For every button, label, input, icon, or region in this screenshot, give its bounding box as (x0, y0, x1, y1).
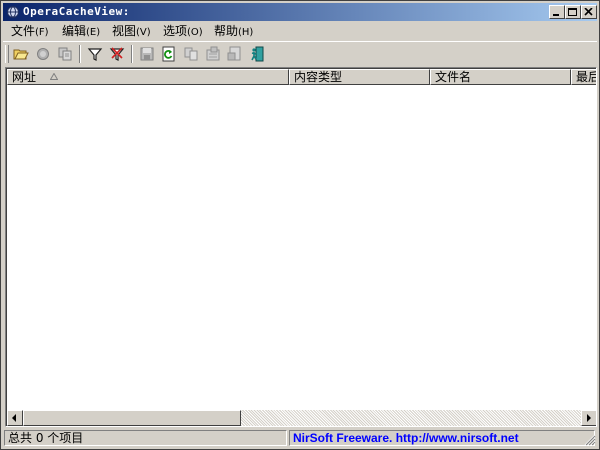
item-count-text: 总共 0 个项目 (8, 431, 84, 445)
copy-button[interactable] (181, 44, 201, 64)
menu-options-accel: (O) (187, 27, 203, 38)
scrollbar-track[interactable] (241, 410, 581, 426)
menu-view-label: 视图 (112, 24, 137, 38)
menu-edit-accel: (E) (86, 27, 101, 38)
menu-help-accel: (H) (238, 27, 254, 38)
column-header-url[interactable]: 网址 (7, 69, 289, 85)
column-header-filename[interactable]: 文件名 (430, 69, 571, 85)
minimize-icon (553, 14, 559, 16)
menu-file[interactable]: 文件(F) (7, 23, 53, 39)
open-button[interactable] (11, 44, 31, 64)
toolbar-separator (79, 45, 81, 63)
exit-icon (251, 46, 264, 62)
arrow-left-icon (12, 414, 16, 422)
close-button[interactable] (581, 5, 597, 19)
menu-edit-label: 编辑 (62, 24, 87, 38)
menu-view-accel: (V) (136, 27, 151, 38)
window-title: OperaCacheView: (23, 5, 130, 18)
save-icon (140, 47, 154, 61)
cache-list-view[interactable]: 网址 内容类型 文件名 最后 (5, 67, 597, 427)
toolbar-grip[interactable] (5, 45, 9, 63)
close-icon (584, 8, 593, 16)
title-bar[interactable]: OperaCacheView: (3, 3, 597, 21)
save-button[interactable] (137, 44, 157, 64)
arrow-right-icon (587, 414, 591, 422)
properties-button[interactable] (203, 44, 223, 64)
refresh-button[interactable] (159, 44, 179, 64)
app-icon[interactable] (6, 5, 20, 19)
menu-edit[interactable]: 编辑(E) (58, 23, 104, 39)
copy-icon (184, 47, 198, 61)
menu-help-label: 帮助 (214, 24, 239, 38)
clear-filter-icon (109, 47, 125, 61)
scroll-left-button[interactable] (7, 410, 23, 426)
minimize-button[interactable] (549, 5, 565, 19)
menu-file-label: 文件 (11, 24, 36, 38)
properties-icon (206, 46, 220, 61)
toolbar-separator (131, 45, 133, 63)
copy-url-icon (58, 47, 72, 61)
menu-file-accel: (F) (35, 27, 49, 38)
resize-grip-icon[interactable] (584, 434, 596, 446)
menu-options[interactable]: 选项(O) (159, 23, 207, 39)
menu-view[interactable]: 视图(V) (108, 23, 155, 39)
maximize-icon (568, 8, 577, 16)
maximize-button[interactable] (565, 5, 581, 19)
html-report-button[interactable] (225, 44, 245, 64)
scrollbar-thumb[interactable] (23, 410, 241, 426)
horizontal-scrollbar[interactable] (7, 410, 596, 426)
menu-bar: 文件(F) 编辑(E) 视图(V) 选项(O) 帮助(H) (3, 22, 597, 40)
copy-url-button[interactable] (55, 44, 75, 64)
menu-help[interactable]: 帮助(H) (210, 23, 257, 39)
scroll-right-button[interactable] (581, 410, 596, 426)
status-item-count: 总共 0 个项目 (4, 430, 287, 446)
stop-icon (37, 48, 49, 60)
open-folder-icon (13, 49, 29, 60)
filter-button[interactable] (85, 44, 105, 64)
column-header-content-type-label: 内容类型 (294, 70, 343, 84)
status-bar: 总共 0 个项目 NirSoft Freeware. http://www.ni… (3, 429, 597, 447)
column-header-last-label: 最后 (576, 70, 596, 84)
menu-options-label: 选项 (163, 24, 188, 38)
filter-icon (87, 48, 103, 61)
list-header: 网址 内容类型 文件名 最后 (7, 69, 596, 85)
column-header-content-type[interactable]: 内容类型 (289, 69, 430, 85)
column-header-url-label: 网址 (12, 70, 37, 84)
list-body[interactable]: 网址 内容类型 文件名 最后 (6, 68, 596, 426)
stop-button[interactable] (33, 44, 53, 64)
nirsoft-link[interactable]: NirSoft Freeware. http://www.nirsoft.net (293, 431, 519, 445)
app-window: OperaCacheView: 文件(F) 编辑(E) 视图(V) 选项(O) … (0, 0, 600, 450)
column-header-filename-label: 文件名 (435, 70, 472, 84)
refresh-icon (162, 46, 175, 62)
toolbar (3, 41, 597, 66)
status-link-pane: NirSoft Freeware. http://www.nirsoft.net (289, 430, 595, 446)
html-report-icon (227, 46, 241, 61)
clear-filter-button[interactable] (107, 44, 127, 64)
sort-ascending-icon (50, 73, 58, 80)
exit-button[interactable] (247, 44, 267, 64)
column-header-last[interactable]: 最后 (571, 69, 596, 85)
